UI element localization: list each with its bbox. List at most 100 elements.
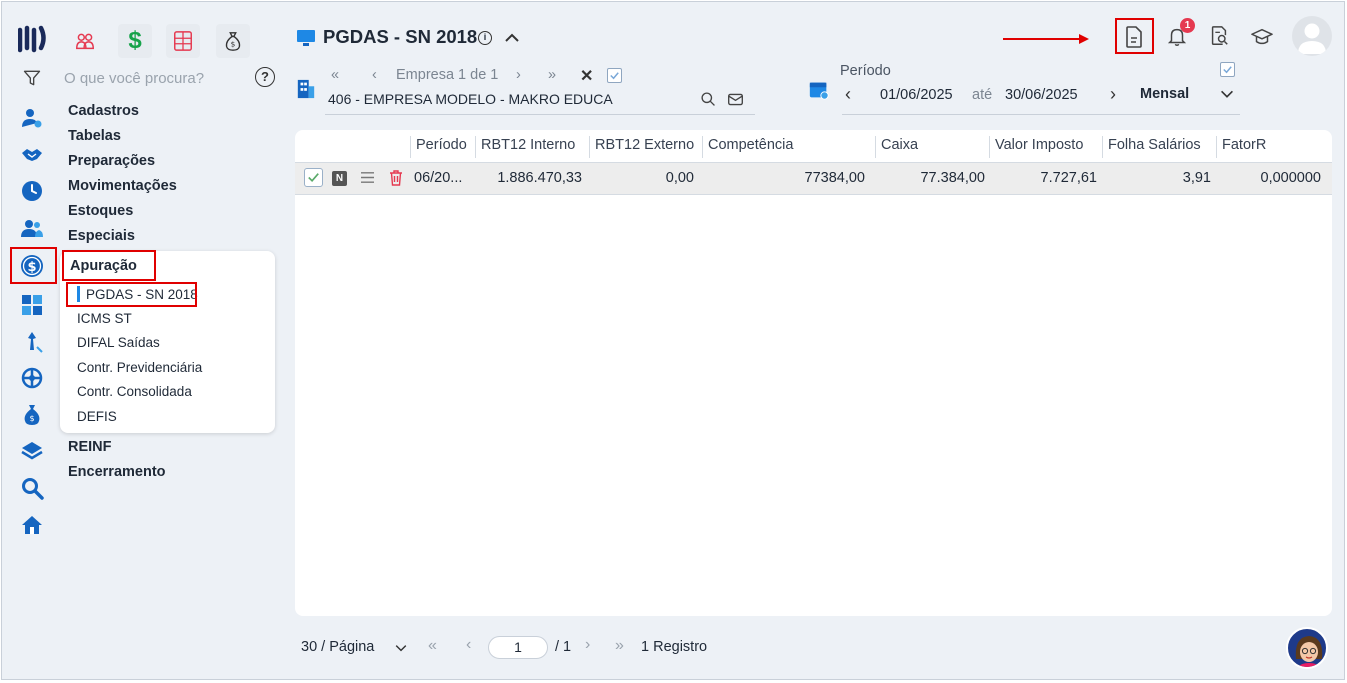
empresa-underline — [325, 114, 755, 115]
empresa-mail-icon[interactable] — [727, 91, 744, 113]
calculator-rail-icon[interactable] — [18, 291, 46, 319]
col-competencia[interactable]: Competência — [708, 137, 793, 153]
col-sep — [702, 136, 703, 158]
menu-preparacoes[interactable]: Preparações — [68, 153, 155, 169]
periodo-checkbox[interactable] — [1220, 62, 1235, 77]
submenu-contr-previdenciaria[interactable]: Contr. Previdenciária — [77, 360, 202, 375]
app-logo[interactable] — [17, 24, 48, 54]
first-page-icon[interactable]: « — [428, 637, 437, 655]
submenu-icms-st[interactable]: ICMS ST — [77, 311, 132, 326]
empresa-prev-icon[interactable]: ‹ — [372, 67, 377, 83]
filter-icon[interactable] — [22, 68, 42, 88]
menu-search[interactable]: O que você procura? — [22, 66, 280, 90]
cadastros-rail-icon[interactable] — [18, 104, 46, 132]
menu-tabelas[interactable]: Tabelas — [68, 128, 121, 144]
empresa-field[interactable]: 406 - EMPRESA MODELO - MAKRO EDUCA — [328, 91, 613, 107]
page-size-select[interactable]: 30 / Página — [301, 639, 374, 655]
total-pages: / 1 — [555, 639, 572, 655]
submenu-defis[interactable]: DEFIS — [77, 409, 117, 424]
notifications-badge: 1 — [1180, 18, 1195, 33]
dollar-rail-highlight — [10, 247, 57, 284]
cell-competencia: 77384,00 — [804, 170, 865, 186]
apuracao-highlight — [62, 250, 156, 281]
cell-rbt12-externo: 0,00 — [665, 170, 694, 186]
cell-caixa: 77.384,00 — [920, 170, 985, 186]
records-count: 1 Registro — [641, 639, 708, 655]
submenu-contr-consolidada[interactable]: Contr. Consolidada — [77, 384, 192, 399]
empresa-checkbox[interactable] — [607, 68, 622, 83]
empresa-next-icon[interactable]: › — [516, 67, 521, 83]
empresa-clear-icon[interactable]: ✕ — [580, 66, 593, 86]
network-rail-icon[interactable] — [18, 364, 46, 392]
periodo-next-icon[interactable]: › — [1110, 84, 1116, 105]
row-menu-icon[interactable] — [360, 171, 375, 189]
periodo-mode-chevron-icon[interactable] — [1218, 85, 1236, 108]
help-icon[interactable]: ? — [255, 67, 275, 87]
finance-app-icon[interactable]: $ — [118, 24, 152, 58]
col-valor-imposto[interactable]: Valor Imposto — [995, 137, 1083, 153]
search-rail-icon[interactable] — [18, 474, 46, 502]
empresa-last-icon[interactable]: » — [548, 67, 556, 83]
col-caixa[interactable]: Caixa — [881, 137, 918, 153]
menu-reinf[interactable]: REINF — [68, 439, 112, 455]
row-delete-icon[interactable] — [388, 169, 404, 192]
search-placeholder[interactable]: O que você procura? — [64, 70, 204, 87]
building-icon — [296, 78, 316, 105]
assistant-avatar[interactable] — [1286, 627, 1328, 669]
last-page-icon[interactable]: » — [615, 637, 624, 655]
row-checkbox[interactable] — [304, 168, 323, 187]
results-table — [295, 130, 1332, 616]
col-sep — [1216, 136, 1217, 158]
collapse-chevron-icon[interactable] — [502, 28, 522, 53]
cell-periodo: 06/20... — [414, 170, 463, 186]
periodo-prev-icon[interactable]: ‹ — [845, 84, 851, 105]
moneybag-app-icon[interactable]: $ — [216, 24, 250, 58]
annotation-arrow — [1003, 32, 1093, 51]
menu-movimentacoes[interactable]: Movimentações — [68, 178, 177, 194]
page-title: PGDAS - SN 2018 — [323, 26, 478, 47]
empresa-nav-label: Empresa 1 de 1 — [396, 67, 499, 83]
menu-cadastros[interactable]: Cadastros — [68, 103, 139, 119]
pgdas-highlight — [66, 282, 197, 307]
col-folha-salarios[interactable]: Folha Salários — [1108, 137, 1201, 153]
page-number-input[interactable]: 1 — [488, 636, 548, 659]
cell-rbt12-interno: 1.886.470,33 — [497, 170, 582, 186]
menu-encerramento[interactable]: Encerramento — [68, 464, 166, 480]
pen-rail-icon[interactable] — [18, 328, 46, 356]
cell-valor-imposto: 7.727,61 — [1040, 170, 1097, 186]
menu-especiais[interactable]: Especiais — [68, 228, 135, 244]
col-rbt12-externo[interactable]: RBT12 Externo — [595, 137, 694, 153]
home-rail-icon[interactable] — [18, 511, 46, 539]
handshake-rail-icon[interactable] — [18, 141, 46, 169]
periodo-label: Período — [840, 63, 891, 79]
periodo-mode[interactable]: Mensal — [1140, 86, 1189, 102]
empresa-first-icon[interactable]: « — [331, 67, 339, 83]
moneybag-rail-icon[interactable]: $ — [18, 401, 46, 429]
next-page-icon[interactable]: › — [585, 636, 590, 654]
col-fatorr[interactable]: FatorR — [1222, 137, 1266, 153]
col-sep — [410, 136, 411, 158]
search-document-icon[interactable] — [1208, 25, 1230, 52]
col-periodo[interactable]: Período — [416, 137, 467, 153]
people-rail-icon[interactable] — [18, 214, 46, 242]
cell-fatorr: 0,000000 — [1260, 170, 1321, 186]
info-icon[interactable]: i — [478, 31, 492, 45]
submenu-difal[interactable]: DIFAL Saídas — [77, 335, 160, 350]
svg-text:$: $ — [29, 414, 34, 423]
layers-rail-icon[interactable] — [18, 437, 46, 465]
empresa-search-icon[interactable] — [700, 91, 717, 113]
graduation-cap-icon[interactable] — [1250, 26, 1274, 53]
page-size-chevron-icon[interactable] — [393, 640, 409, 661]
row-tag-badge: N — [332, 171, 347, 186]
menu-estoques[interactable]: Estoques — [68, 203, 133, 219]
periodo-start[interactable]: 01/06/2025 — [880, 87, 953, 103]
periodo-end[interactable]: 30/06/2025 — [1005, 87, 1078, 103]
user-avatar[interactable] — [1292, 16, 1332, 56]
calculator-app-icon[interactable] — [166, 24, 200, 58]
col-sep — [1102, 136, 1103, 158]
col-rbt12-interno[interactable]: RBT12 Interno — [481, 137, 575, 153]
clock-rail-icon[interactable] — [18, 177, 46, 205]
col-sep — [589, 136, 590, 158]
prev-page-icon[interactable]: ‹ — [466, 636, 471, 654]
users-app-icon[interactable] — [68, 24, 102, 58]
